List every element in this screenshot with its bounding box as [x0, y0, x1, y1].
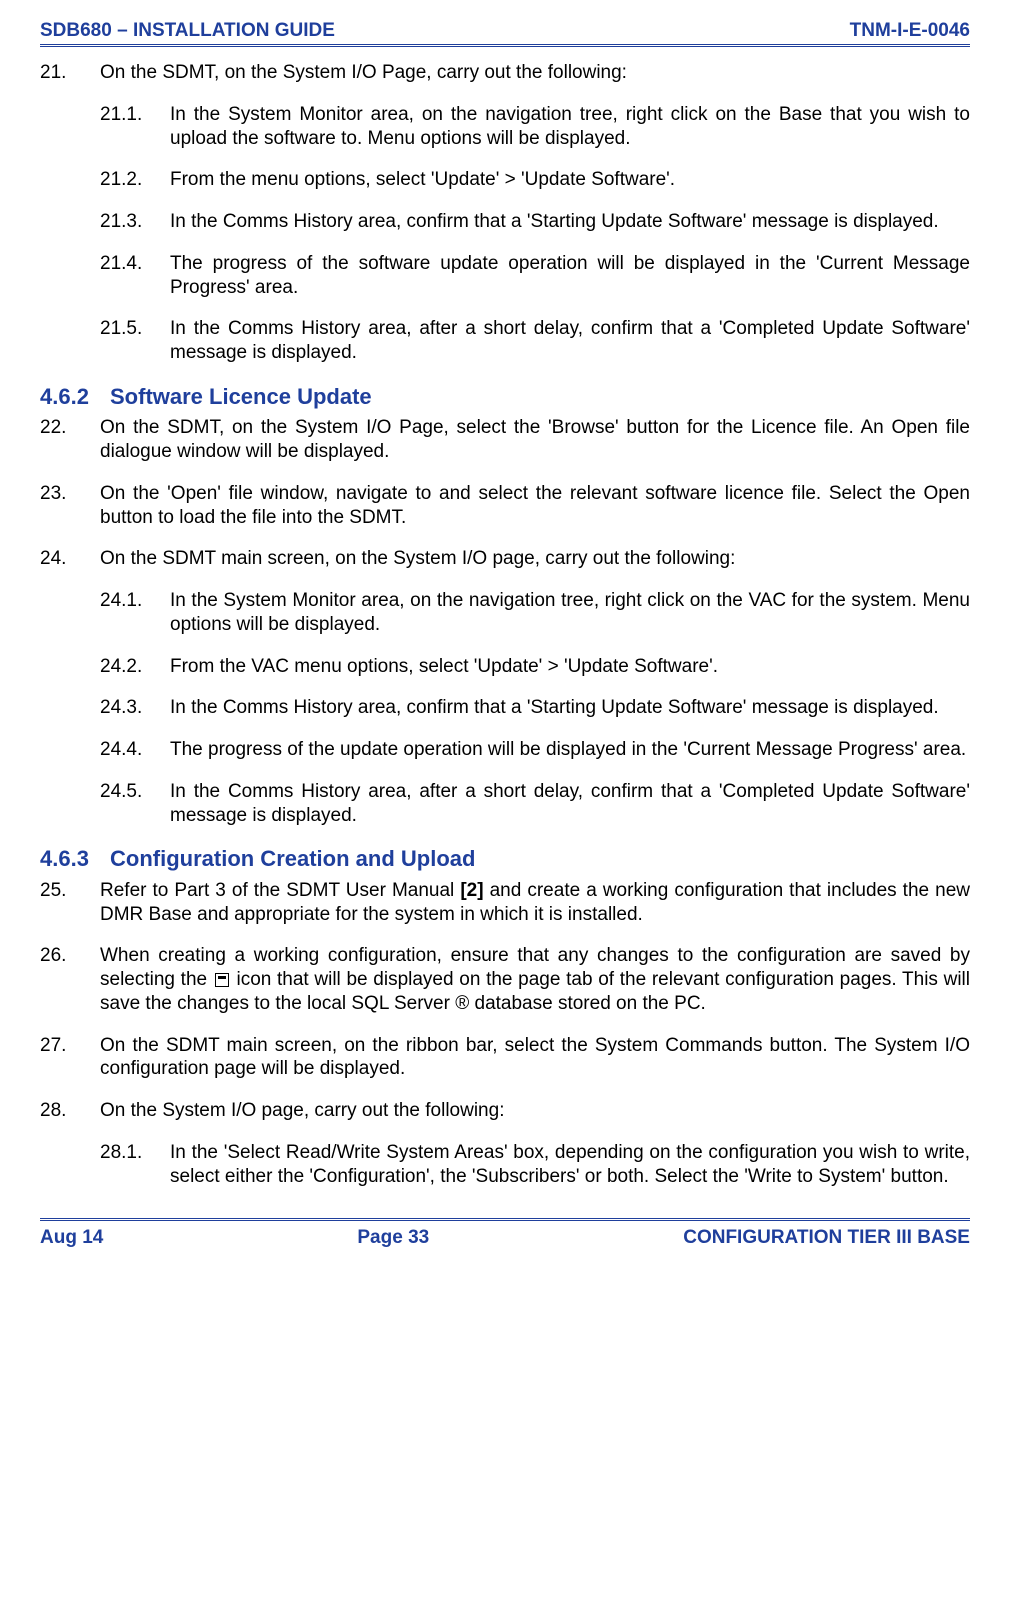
- header-right: TNM-I-E-0046: [850, 20, 970, 42]
- page-header: SDB680 – INSTALLATION GUIDE TNM-I-E-0046: [40, 20, 970, 47]
- substep-text: In the System Monitor area, on the navig…: [170, 103, 970, 151]
- step-text: On the 'Open' file window, navigate to a…: [100, 482, 970, 530]
- step-24-1: 24.1. In the System Monitor area, on the…: [100, 589, 970, 637]
- step-number: 21.: [40, 61, 100, 85]
- step-text: Refer to Part 3 of the SDMT User Manual …: [100, 879, 970, 927]
- step-text: On the SDMT main screen, on the System I…: [100, 547, 970, 571]
- step-23: 23. On the 'Open' file window, navigate …: [40, 482, 970, 530]
- step-24-4: 24.4. The progress of the update operati…: [100, 738, 970, 762]
- footer-left: Aug 14: [40, 1227, 103, 1249]
- step-21: 21. On the SDMT, on the System I/O Page,…: [40, 61, 970, 85]
- step-24-5: 24.5. In the Comms History area, after a…: [100, 780, 970, 828]
- step-22: 22. On the SDMT, on the System I/O Page,…: [40, 416, 970, 464]
- substep-number: 21.3.: [100, 210, 170, 234]
- substep-number: 21.4.: [100, 252, 170, 300]
- header-left: SDB680 – INSTALLATION GUIDE: [40, 20, 335, 42]
- substep-text: The progress of the software update oper…: [170, 252, 970, 300]
- step-21-2: 21.2. From the menu options, select 'Upd…: [100, 168, 970, 192]
- substep-number: 24.2.: [100, 655, 170, 679]
- substep-text: In the Comms History area, after a short…: [170, 317, 970, 365]
- substep-number: 24.3.: [100, 696, 170, 720]
- step-number: 27.: [40, 1034, 100, 1082]
- step-number: 22.: [40, 416, 100, 464]
- step-21-4: 21.4. The progress of the software updat…: [100, 252, 970, 300]
- section-4-6-2-heading: 4.6.2 Software Licence Update: [40, 383, 970, 411]
- step-21-3: 21.3. In the Comms History area, confirm…: [100, 210, 970, 234]
- footer-page-number: Page 33: [357, 1227, 429, 1249]
- substep-text: The progress of the update operation wil…: [170, 738, 970, 762]
- substep-text: In the System Monitor area, on the navig…: [170, 589, 970, 637]
- step-26: 26. When creating a working configuratio…: [40, 944, 970, 1015]
- step-text: When creating a working configuration, e…: [100, 944, 970, 1015]
- substep-number: 24.4.: [100, 738, 170, 762]
- step-28-1: 28.1. In the 'Select Read/Write System A…: [100, 1141, 970, 1189]
- step-21-1: 21.1. In the System Monitor area, on the…: [100, 103, 970, 151]
- step-24-3: 24.3. In the Comms History area, confirm…: [100, 696, 970, 720]
- reference-bold: [2]: [460, 880, 483, 901]
- section-title: Configuration Creation and Upload: [110, 845, 475, 873]
- section-4-6-3-heading: 4.6.3 Configuration Creation and Upload: [40, 845, 970, 873]
- step-number: 26.: [40, 944, 100, 1015]
- step-text: On the SDMT main screen, on the ribbon b…: [100, 1034, 970, 1082]
- footer-right: CONFIGURATION TIER III BASE: [683, 1227, 970, 1249]
- text-fragment: Refer to Part 3 of the SDMT User Manual: [100, 880, 460, 901]
- step-text: On the SDMT, on the System I/O Page, car…: [100, 61, 970, 85]
- step-27: 27. On the SDMT main screen, on the ribb…: [40, 1034, 970, 1082]
- step-number: 28.: [40, 1099, 100, 1123]
- step-number: 25.: [40, 879, 100, 927]
- section-number: 4.6.2: [40, 383, 110, 411]
- substep-number: 21.2.: [100, 168, 170, 192]
- substep-text: In the Comms History area, after a short…: [170, 780, 970, 828]
- step-28: 28. On the System I/O page, carry out th…: [40, 1099, 970, 1123]
- page-footer: Aug 14 Page 33 CONFIGURATION TIER III BA…: [40, 1218, 970, 1249]
- step-text: On the System I/O page, carry out the fo…: [100, 1099, 970, 1123]
- substep-number: 24.1.: [100, 589, 170, 637]
- substep-text: From the VAC menu options, select 'Updat…: [170, 655, 970, 679]
- section-number: 4.6.3: [40, 845, 110, 873]
- step-text: On the SDMT, on the System I/O Page, sel…: [100, 416, 970, 464]
- substep-text: In the 'Select Read/Write System Areas' …: [170, 1141, 970, 1189]
- step-24: 24. On the SDMT main screen, on the Syst…: [40, 547, 970, 571]
- step-24-2: 24.2. From the VAC menu options, select …: [100, 655, 970, 679]
- substep-number: 24.5.: [100, 780, 170, 828]
- save-icon: [215, 973, 229, 987]
- step-number: 23.: [40, 482, 100, 530]
- step-21-5: 21.5. In the Comms History area, after a…: [100, 317, 970, 365]
- substep-number: 21.1.: [100, 103, 170, 151]
- section-title: Software Licence Update: [110, 383, 372, 411]
- step-25: 25. Refer to Part 3 of the SDMT User Man…: [40, 879, 970, 927]
- substep-number: 28.1.: [100, 1141, 170, 1189]
- substep-text: From the menu options, select 'Update' >…: [170, 168, 970, 192]
- step-number: 24.: [40, 547, 100, 571]
- substep-text: In the Comms History area, confirm that …: [170, 210, 970, 234]
- substep-text: In the Comms History area, confirm that …: [170, 696, 970, 720]
- substep-number: 21.5.: [100, 317, 170, 365]
- text-fragment: icon that will be displayed on the page …: [100, 969, 970, 1014]
- body-content: 21. On the SDMT, on the System I/O Page,…: [40, 61, 970, 1188]
